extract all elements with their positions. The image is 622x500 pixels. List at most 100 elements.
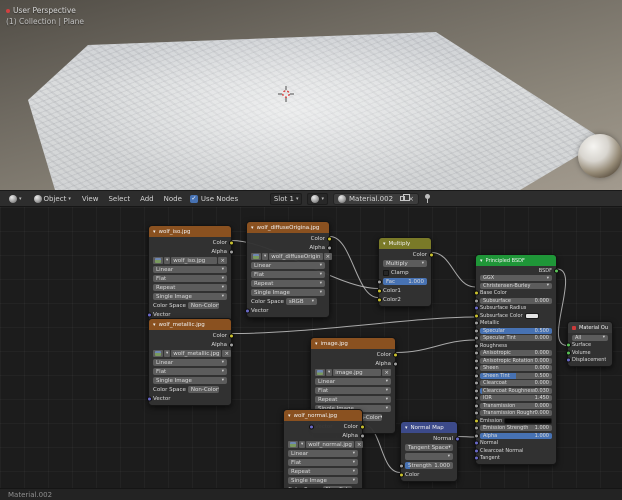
image-name[interactable]: wolf_normal.jpg	[306, 441, 354, 448]
color-output-socket[interactable]	[360, 424, 365, 429]
emission-strength-slider[interactable]: Emission Strength1.000	[480, 425, 552, 431]
node-mix-multiply[interactable]: ▾ Multiply Color Multiply Clamp Fac1.000…	[378, 237, 432, 307]
fac-input-socket[interactable]	[377, 279, 382, 284]
node-wolf-diffuse-texture[interactable]: ▾ wolf_diffuseOrigina.jpg Color Alpha ▾w…	[246, 221, 330, 318]
roughness-input-socket[interactable]	[474, 343, 479, 348]
interpolation-dropdown[interactable]: Linear	[153, 359, 227, 366]
alpha-output-socket[interactable]	[229, 249, 234, 254]
transmission-slider[interactable]: Transmission0.000	[480, 403, 552, 409]
vector-input-socket[interactable]	[147, 396, 152, 401]
emission-input-socket[interactable]	[474, 418, 479, 423]
alpha-output-socket[interactable]	[327, 245, 332, 250]
uv-map-dropdown[interactable]	[405, 453, 453, 460]
vector-input-socket[interactable]	[309, 424, 314, 429]
source-dropdown[interactable]: Single Image	[288, 477, 358, 484]
subsurface-input-socket[interactable]	[474, 298, 479, 303]
sheen-tint-input-socket[interactable]	[474, 373, 479, 378]
collapse-icon[interactable]: ▾	[153, 229, 156, 235]
node-normal-map[interactable]: ▾ Normal Map Normal Tangent Space Streng…	[400, 421, 458, 482]
tangent-input-socket[interactable]	[474, 456, 479, 461]
anisotropic-slider[interactable]: Anisotropic0.000	[480, 350, 552, 356]
sheen-slider[interactable]: Sheen0.000	[480, 365, 552, 371]
emission-strength-input-socket[interactable]	[474, 426, 479, 431]
checkbox-box[interactable]: ✓	[190, 195, 198, 203]
subsurface-radius-input-socket[interactable]	[474, 306, 479, 311]
anisotropic-rotation-input-socket[interactable]	[474, 358, 479, 363]
unlink-image-icon[interactable]: ×	[218, 257, 227, 264]
browse-material-dropdown[interactable]: ▾	[307, 193, 328, 205]
shader-node-editor[interactable]: ▾ wolf_iso.jpg Color Alpha ▾wolf_iso.jpg…	[0, 207, 622, 488]
menu-add[interactable]: Add	[138, 195, 156, 203]
node-material-output[interactable]: Material Output All Surface Volume Displ…	[567, 321, 613, 367]
interpolation-dropdown[interactable]: Linear	[153, 266, 227, 273]
menu-node[interactable]: Node	[162, 195, 184, 203]
normal-output-socket[interactable]	[455, 436, 460, 441]
interpolation-dropdown[interactable]: Linear	[288, 450, 358, 457]
node-header[interactable]: ▾ wolf_iso.jpg	[149, 226, 231, 237]
specular-tint-slider[interactable]: Specular Tint0.000	[480, 335, 552, 341]
interpolation-dropdown[interactable]: Linear	[251, 262, 325, 269]
collapse-icon[interactable]: ▾	[251, 225, 254, 231]
normal-input-socket[interactable]	[474, 441, 479, 446]
projection-dropdown[interactable]: Flat	[153, 368, 227, 375]
image-selector[interactable]: ▾wolf_normal.jpg×	[288, 441, 363, 448]
3d-viewport[interactable]: User Perspective (1) Collection | Plane	[0, 0, 622, 190]
extension-dropdown[interactable]: Repeat	[153, 284, 227, 291]
image-browse-chevron-icon[interactable]: ▾	[164, 350, 170, 357]
specular-input-socket[interactable]	[474, 328, 479, 333]
collapse-icon[interactable]: ▾	[288, 413, 291, 419]
image-selector[interactable]: ▾wolf_iso.jpg×	[153, 257, 227, 264]
anisotropic-rotation-slider[interactable]: Anisotropic Rotation0.000	[480, 358, 552, 364]
color-output-socket[interactable]	[429, 252, 434, 257]
vector-input-socket[interactable]	[147, 312, 152, 317]
menu-view[interactable]: View	[80, 195, 101, 203]
color-space-dropdown[interactable]: Non-Color	[188, 302, 219, 309]
surface-input-socket[interactable]	[566, 343, 571, 348]
node-header[interactable]: Material Output	[568, 322, 612, 333]
projection-dropdown[interactable]: Flat	[251, 271, 325, 278]
fac-slider[interactable]: Fac1.000	[383, 278, 427, 285]
plane-object[interactable]	[0, 0, 622, 190]
ior-slider[interactable]: IOR1.450	[480, 395, 552, 401]
specular-tint-input-socket[interactable]	[474, 336, 479, 341]
image-browse-chevron-icon[interactable]: ▾	[164, 257, 170, 264]
color-space-dropdown[interactable]: Non-Color	[188, 386, 219, 393]
strength-slider[interactable]: Strength1.000	[405, 462, 453, 469]
clearcoat-roughness-input-socket[interactable]	[474, 388, 479, 393]
clamp-checkbox[interactable]	[383, 270, 389, 276]
color-space-dropdown[interactable]: sRGB	[286, 298, 317, 305]
image-browse-chevron-icon[interactable]: ▾	[262, 253, 268, 260]
vector-input-socket[interactable]	[245, 308, 250, 313]
shader-type-dropdown[interactable]: Object ▾	[31, 194, 74, 204]
alpha-input-socket[interactable]	[474, 433, 479, 438]
transmission-input-socket[interactable]	[474, 403, 479, 408]
color-input-socket[interactable]	[399, 472, 404, 477]
node-principled-bsdf[interactable]: ▾ Principled BSDF BSDF GGX Christensen-B…	[475, 254, 557, 465]
alpha-output-socket[interactable]	[393, 361, 398, 366]
node-wolf-metallic-texture[interactable]: ▾ wolf_metallic.jpg Color Alpha ▾wolf_me…	[148, 318, 232, 406]
clearcoat-input-socket[interactable]	[474, 381, 479, 386]
image-name[interactable]: wolf_metallic.jpg	[171, 350, 221, 357]
color-output-socket[interactable]	[393, 352, 398, 357]
target-dropdown[interactable]: All	[572, 335, 608, 341]
image-name[interactable]: image.jpg	[333, 369, 381, 376]
strength-input-socket[interactable]	[399, 463, 404, 468]
material-slot-dropdown[interactable]: Slot 1 ▾	[270, 193, 303, 205]
extension-dropdown[interactable]: Repeat	[288, 468, 358, 475]
collapse-icon[interactable]: ▾	[480, 258, 483, 264]
projection-dropdown[interactable]: Flat	[315, 387, 391, 394]
node-wolf-normal-texture[interactable]: ▾ wolf_normal.jpg Color Alpha ▾wolf_norm…	[283, 409, 363, 488]
volume-input-socket[interactable]	[566, 350, 571, 355]
use-nodes-checkbox[interactable]: ✓ Use Nodes	[190, 195, 238, 203]
clearcoat-roughness-slider[interactable]: Clearcoat Roughness0.030	[480, 388, 552, 394]
image-browse-chevron-icon[interactable]: ▾	[326, 369, 332, 376]
node-header[interactable]: ▾ wolf_metallic.jpg	[149, 319, 231, 330]
unlink-image-icon[interactable]: ×	[355, 441, 364, 448]
source-dropdown[interactable]: Single Image	[153, 293, 227, 300]
source-dropdown[interactable]: Single Image	[153, 377, 227, 384]
image-name[interactable]: wolf_iso.jpg	[171, 257, 217, 264]
clearcoat-slider[interactable]: Clearcoat0.000	[480, 380, 552, 386]
material-name[interactable]: Material.002	[349, 195, 397, 203]
collapse-icon[interactable]: ▾	[383, 241, 386, 247]
node-header[interactable]: ▾ wolf_normal.jpg	[284, 410, 362, 421]
